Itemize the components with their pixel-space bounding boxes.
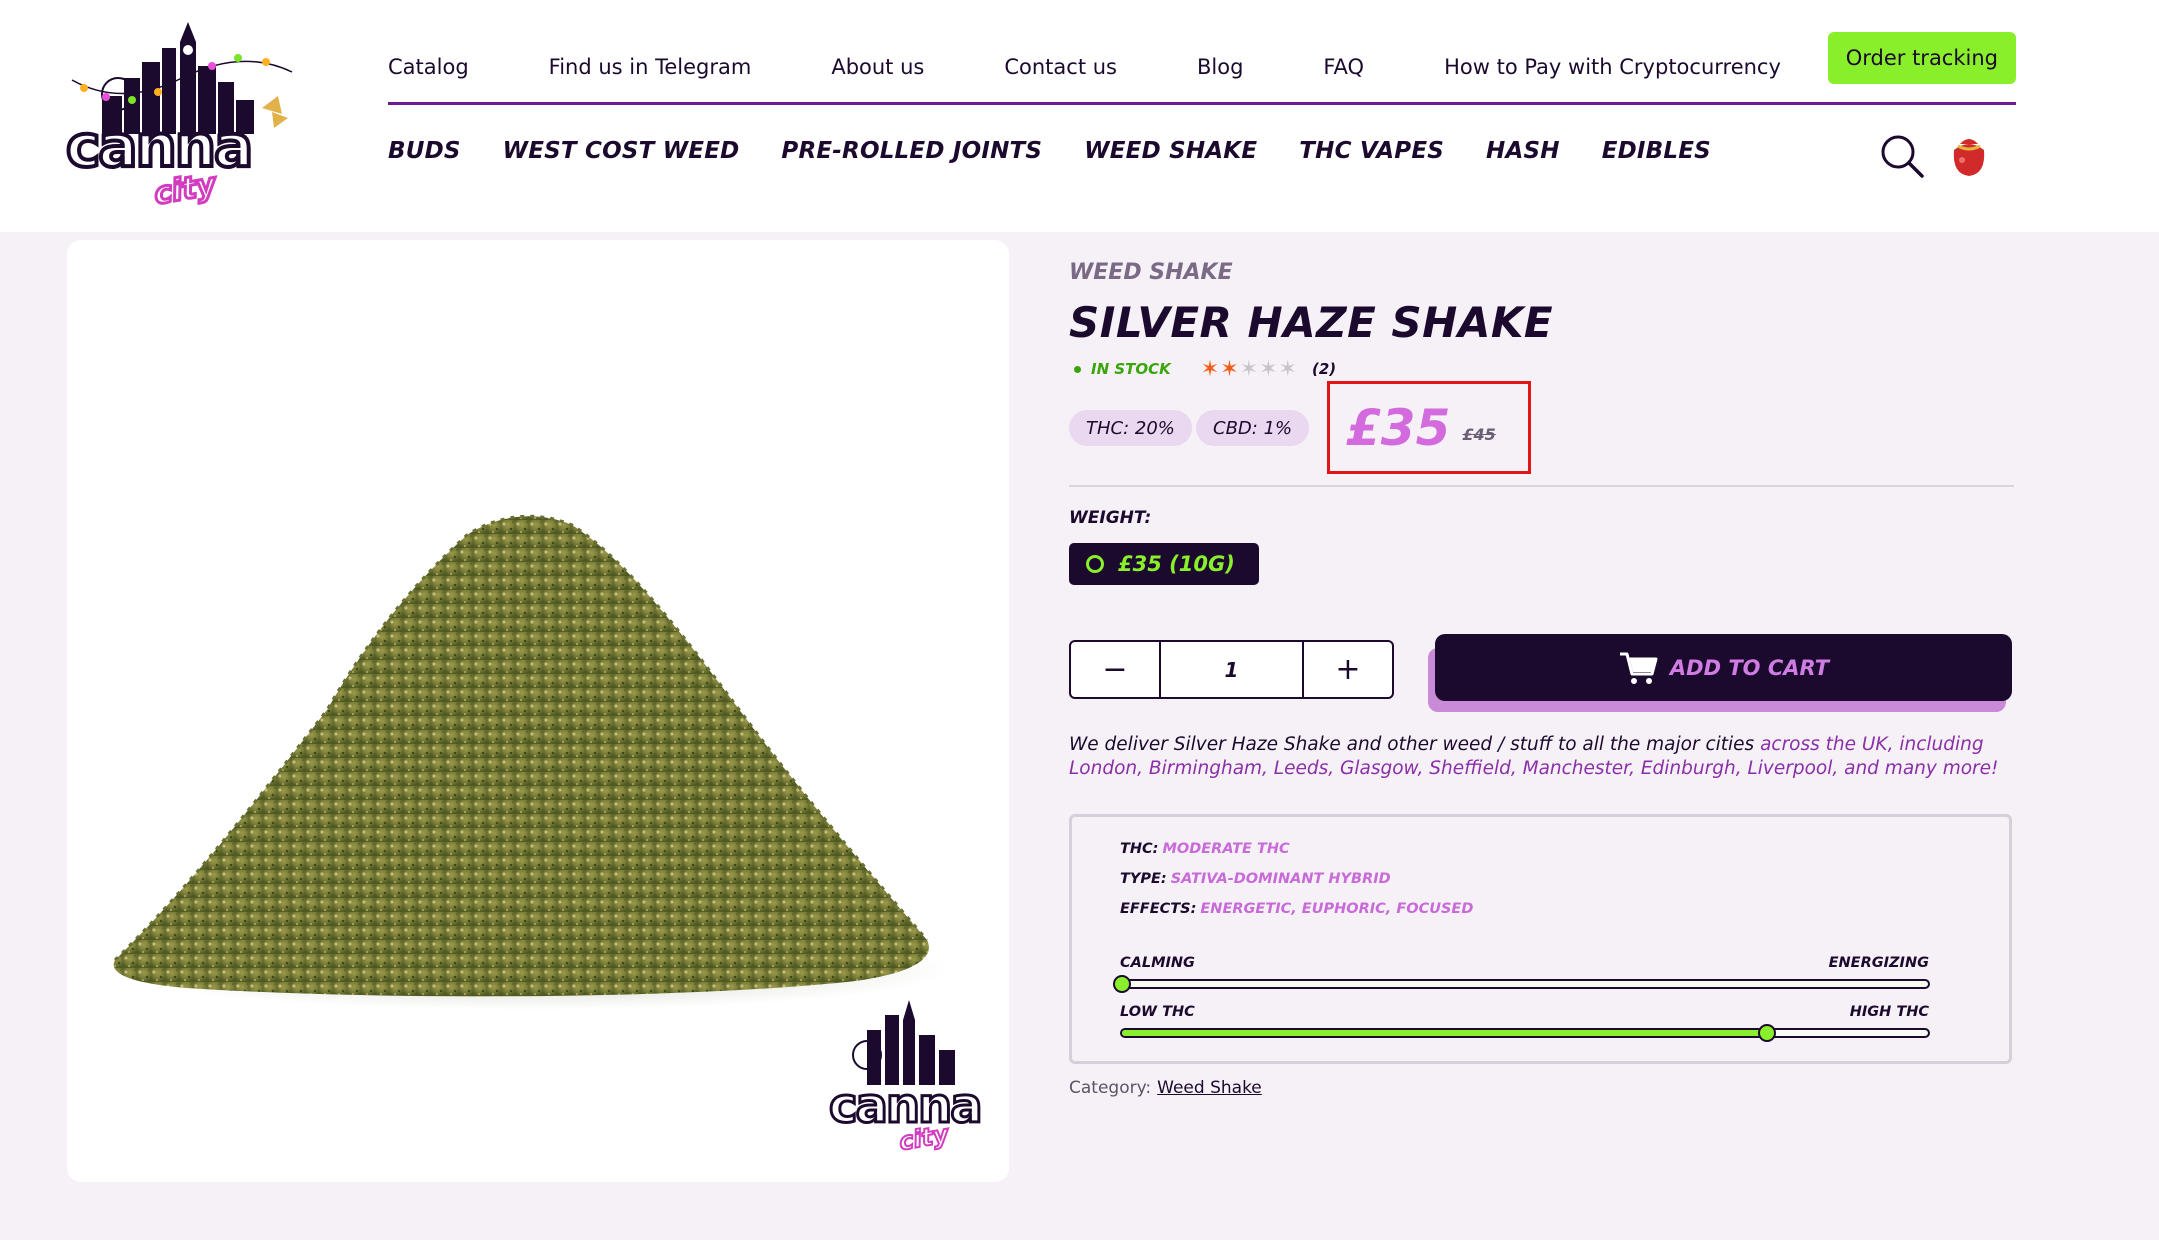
nav-divider — [388, 102, 2016, 105]
cart-icon — [1619, 652, 1658, 684]
stock-rating-row: IN STOCK ✶ ✶ ✶ ✶ ✶ (2) — [1069, 358, 1336, 380]
product-specs-box: THC: MODERATE THC TYPE: SATIVA-DOMINANT HY… — [1069, 814, 2012, 1064]
scale-calming-label: CALMING — [1120, 955, 1195, 971]
spec-thc-value: MODERATE THC — [1162, 841, 1290, 857]
spec-thc-label: THC: — [1120, 841, 1159, 857]
spec-effects-value: ENERGETIC, EUPHORIC, FOCUSED — [1200, 901, 1474, 917]
category-link-pre-rolled-joints[interactable]: PRE-ROLLED JOINTS — [781, 138, 1042, 164]
order-tracking-button[interactable]: Order tracking — [1827, 32, 2016, 84]
scale-energizing-label: ENERGIZING — [1828, 955, 1929, 971]
spec-effects-label: EFFECTS: — [1120, 901, 1197, 917]
star-icon: ✶ — [1239, 356, 1259, 381]
thc-scale-fill — [1122, 1030, 1767, 1036]
weight-option-label: £35 (10G) — [1118, 552, 1235, 576]
logo-wordmark: canna — [64, 110, 255, 182]
weight-label: WEIGHT: — [1069, 508, 1152, 528]
search-icon[interactable] — [1880, 134, 1924, 178]
review-count[interactable]: (2) — [1312, 360, 1336, 378]
spec-thc: THC: MODERATE THC — [1120, 841, 1290, 857]
image-watermark-wordmark: canna — [828, 1077, 985, 1136]
weight-option-button[interactable]: £35 (10G) — [1069, 543, 1259, 585]
thc-scale-knob — [1757, 1024, 1776, 1042]
category-navigation: BUDS WEST COST WEED PRE-ROLLED JOINTS WE… — [388, 138, 1753, 164]
spec-type: TYPE: SATIVA-DOMINANT HYBRID — [1120, 871, 1391, 887]
nav-link-catalog[interactable]: Catalog — [388, 55, 469, 79]
quantity-stepper: − 1 + — [1069, 640, 1394, 699]
scale-high-thc-label: HIGH THC — [1849, 1004, 1929, 1020]
category-link-hash[interactable]: HASH — [1486, 138, 1560, 164]
category-link-weed-shake[interactable]: WEED SHAKE — [1084, 138, 1257, 164]
product-title: SILVER HAZE SHAKE — [1069, 298, 1554, 347]
delivery-info: We deliver Silver Haze Shake and other w… — [1069, 733, 2014, 781]
category-row-label: Category: — [1069, 1078, 1152, 1098]
spec-type-value: SATIVA-DOMINANT HYBRID — [1170, 871, 1391, 887]
energy-scale-knob — [1113, 975, 1131, 993]
delivery-text: We deliver Silver Haze Shake and other w… — [1069, 734, 1755, 755]
stock-status: IN STOCK — [1091, 360, 1171, 378]
thc-pill: THC: 20% — [1069, 410, 1192, 446]
product-image-card[interactable]: canna city — [67, 240, 1009, 1182]
shopping-bag-icon[interactable] — [1946, 130, 1992, 178]
old-price: £45 — [1462, 425, 1496, 444]
current-price: £35 — [1346, 398, 1451, 457]
price-highlight-box: £35 £45 — [1327, 381, 1531, 474]
rating-stars[interactable]: ✶ ✶ ✶ ✶ ✶ — [1201, 358, 1298, 380]
product-image-weed-pile — [112, 514, 955, 1085]
quantity-increase-button[interactable]: + — [1304, 642, 1392, 697]
thc-scale-track — [1120, 1024, 1930, 1042]
nav-link-contact[interactable]: Contact us — [1004, 55, 1117, 79]
nav-link-crypto[interactable]: How to Pay with Cryptocurrency — [1444, 55, 1781, 79]
site-header: canna city Catalog Find us in Telegram A… — [0, 0, 2159, 232]
category-link-buds[interactable]: BUDS — [388, 138, 461, 164]
category-link-west-cost-weed[interactable]: WEST COST WEED — [503, 138, 740, 164]
star-icon: ✶ — [1200, 356, 1220, 381]
quantity-input[interactable]: 1 — [1159, 642, 1304, 697]
spec-type-label: TYPE: — [1120, 871, 1167, 887]
add-to-cart-label: ADD TO CART — [1669, 655, 1830, 680]
energy-scale-track — [1113, 975, 1930, 993]
nav-link-telegram[interactable]: Find us in Telegram — [549, 55, 752, 79]
top-navigation: Catalog Find us in Telegram About us Con… — [388, 30, 2016, 104]
spec-effects: EFFECTS: ENERGETIC, EUPHORIC, FOCUSED — [1120, 901, 1473, 917]
add-to-cart-button[interactable]: ADD TO CART — [1435, 634, 2012, 701]
category-link-thc-vapes[interactable]: THC VAPES — [1299, 138, 1444, 164]
category-link-edibles[interactable]: EDIBLES — [1602, 138, 1711, 164]
star-icon: ✶ — [1220, 356, 1239, 381]
section-divider — [1069, 485, 2014, 487]
quantity-decrease-button[interactable]: − — [1071, 642, 1159, 697]
category-row-link[interactable]: Weed Shake — [1157, 1078, 1262, 1098]
site-logo[interactable]: canna city — [62, 8, 302, 218]
star-icon: ✶ — [1278, 356, 1297, 381]
stock-dot-icon — [1074, 365, 1081, 373]
nav-link-blog[interactable]: Blog — [1197, 55, 1243, 79]
scale-low-thc-label: LOW THC — [1120, 1004, 1195, 1020]
cbd-pill: CBD: 1% — [1196, 410, 1310, 446]
product-category-label[interactable]: WEED SHAKE — [1069, 260, 1233, 285]
radio-icon — [1086, 555, 1104, 573]
nav-link-faq[interactable]: FAQ — [1323, 55, 1364, 79]
category-row: Category: Weed Shake — [1069, 1078, 1262, 1098]
star-icon: ✶ — [1259, 356, 1278, 381]
nav-link-about[interactable]: About us — [831, 55, 924, 79]
